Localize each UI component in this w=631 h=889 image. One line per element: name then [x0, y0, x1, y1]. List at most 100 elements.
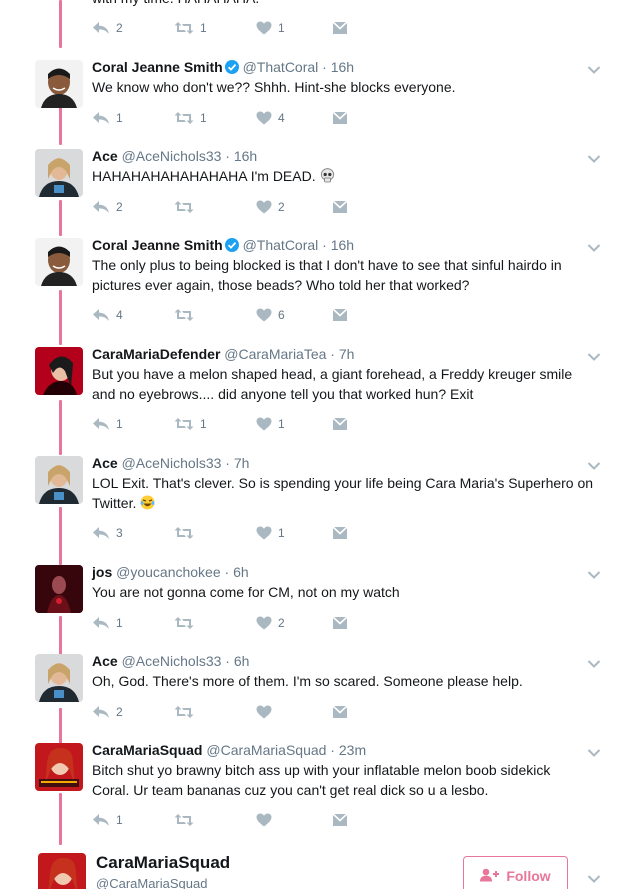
- like-button[interactable]: 4: [256, 108, 285, 128]
- author-name[interactable]: Coral Jeanne Smith: [92, 237, 223, 253]
- tweet-text-fragment: HAHAHAHAHAHAHAHA I'm DEAD.: [92, 168, 316, 184]
- tweet-timestamp[interactable]: 16h: [331, 237, 354, 253]
- retweet-icon: [174, 526, 194, 540]
- defender-avatar[interactable]: [35, 347, 83, 395]
- retweet-button[interactable]: [174, 197, 194, 217]
- reply-button[interactable]: 2: [92, 702, 123, 722]
- add-user-icon: [480, 868, 506, 885]
- author-name[interactable]: Ace: [92, 148, 118, 164]
- retweet-button[interactable]: [174, 523, 194, 543]
- reply-button[interactable]: 3: [92, 523, 123, 543]
- author-handle[interactable]: @ThatCoral: [243, 59, 319, 75]
- author-name[interactable]: CaraMariaDefender: [92, 346, 220, 362]
- tweet-timestamp[interactable]: 16h: [331, 59, 354, 75]
- direct-message-button[interactable]: [332, 305, 348, 325]
- more-options-chevron-down-icon[interactable]: [587, 458, 601, 470]
- tweet-timestamp[interactable]: 6h: [234, 653, 250, 669]
- like-button[interactable]: [256, 810, 272, 830]
- author-name[interactable]: jos: [92, 564, 112, 580]
- like-icon: [256, 705, 272, 719]
- ace-avatar[interactable]: [35, 456, 83, 504]
- more-options-chevron-down-icon[interactable]: [587, 745, 601, 757]
- direct-message-button[interactable]: [332, 702, 348, 722]
- reply-button[interactable]: 2: [92, 197, 123, 217]
- like-button[interactable]: [256, 702, 272, 722]
- retweet-button[interactable]: 1: [174, 414, 207, 434]
- like-button[interactable]: 1: [256, 18, 285, 38]
- ace-avatar[interactable]: [35, 149, 83, 197]
- author-handle[interactable]: @CaraMariaTea: [224, 346, 326, 362]
- tweet-actions: 46: [92, 305, 372, 325]
- like-button[interactable]: 1: [256, 414, 285, 434]
- direct-message-button[interactable]: [332, 414, 348, 434]
- direct-message-icon: [332, 308, 348, 322]
- like-button[interactable]: 2: [256, 197, 285, 217]
- jos-avatar[interactable]: [35, 565, 83, 613]
- direct-message-button[interactable]: [332, 197, 348, 217]
- reply-icon: [92, 200, 110, 214]
- follow-button[interactable]: Follow: [463, 856, 568, 889]
- tweet-header: Coral Jeanne Smith @ThatCoral · 16h: [92, 236, 354, 254]
- author-handle[interactable]: @AceNichols33: [122, 148, 222, 164]
- squad-avatar[interactable]: [38, 853, 86, 889]
- like-count: 2: [278, 200, 285, 214]
- author-name[interactable]: Coral Jeanne Smith: [92, 59, 223, 75]
- author-handle[interactable]: @CaraMariaSquad: [206, 742, 326, 758]
- reply-button[interactable]: 4: [92, 305, 123, 325]
- coral-avatar[interactable]: [35, 60, 83, 108]
- direct-message-button[interactable]: [332, 18, 348, 38]
- tweet-text-line: LOL Exit. That's clever. So is spending …: [92, 475, 594, 491]
- direct-message-icon: [332, 200, 348, 214]
- retweet-button[interactable]: [174, 613, 194, 633]
- like-count: 1: [278, 21, 285, 35]
- more-options-chevron-down-icon[interactable]: [587, 62, 601, 74]
- author-handle[interactable]: @AceNichols33: [122, 653, 222, 669]
- more-options-chevron-down-icon[interactable]: [587, 240, 601, 252]
- retweet-button[interactable]: 1: [174, 108, 207, 128]
- author-handle[interactable]: @youcanchokee: [116, 564, 221, 580]
- tweet-timestamp[interactable]: 7h: [234, 455, 250, 471]
- author-handle[interactable]: @ThatCoral: [243, 237, 319, 253]
- reply-button[interactable]: 1: [92, 414, 123, 434]
- reply-button[interactable]: 2: [92, 18, 123, 38]
- reply-button[interactable]: 1: [92, 108, 123, 128]
- more-options-chevron-down-icon[interactable]: [587, 656, 601, 668]
- author-name[interactable]: Ace: [92, 653, 118, 669]
- tweet-text-line: The only plus to being blocked is that I…: [92, 257, 562, 273]
- tweet-timestamp[interactable]: 16h: [234, 148, 257, 164]
- author-handle[interactable]: @AceNichols33: [122, 455, 222, 471]
- like-button[interactable]: 1: [256, 523, 285, 543]
- direct-message-button[interactable]: [332, 523, 348, 543]
- more-options-chevron-down-icon[interactable]: [587, 151, 601, 163]
- direct-message-button[interactable]: [332, 810, 348, 830]
- tweet-header: CaraMariaSquad @CaraMariaSquad · 23m: [92, 741, 366, 759]
- thread-connector: [59, 708, 62, 745]
- like-button[interactable]: 6: [256, 305, 285, 325]
- more-options-chevron-down-icon[interactable]: [587, 349, 601, 361]
- retweet-button[interactable]: [174, 702, 194, 722]
- verified-badge-icon: [224, 60, 239, 74]
- author-name[interactable]: CaraMariaSquad: [92, 742, 202, 758]
- ace-avatar[interactable]: [35, 654, 83, 702]
- retweet-button[interactable]: [174, 810, 194, 830]
- direct-message-button[interactable]: [332, 613, 348, 633]
- author-name[interactable]: Ace: [92, 455, 118, 471]
- more-options-chevron-down-icon[interactable]: [587, 567, 601, 579]
- retweet-button[interactable]: [174, 305, 194, 325]
- tweet-text-line: But you have a melon shaped head, a gian…: [92, 366, 573, 382]
- more-options-chevron-down-icon[interactable]: [587, 871, 601, 883]
- squad-avatar[interactable]: [35, 743, 83, 791]
- tweet-timestamp[interactable]: 23m: [339, 742, 366, 758]
- profile-handle[interactable]: @CaraMariaSquad: [96, 876, 207, 889]
- retweet-button[interactable]: 1: [174, 18, 207, 38]
- coral-avatar[interactable]: [35, 238, 83, 286]
- reply-button[interactable]: 1: [92, 810, 123, 830]
- like-icon: [256, 616, 272, 630]
- tweet-timestamp[interactable]: 6h: [233, 564, 249, 580]
- direct-message-button[interactable]: [332, 108, 348, 128]
- like-button[interactable]: 2: [256, 613, 285, 633]
- reply-button[interactable]: 1: [92, 613, 123, 633]
- like-icon: [256, 813, 272, 827]
- profile-name[interactable]: CaraMariaSquad: [96, 853, 230, 873]
- tweet-timestamp[interactable]: 7h: [339, 346, 355, 362]
